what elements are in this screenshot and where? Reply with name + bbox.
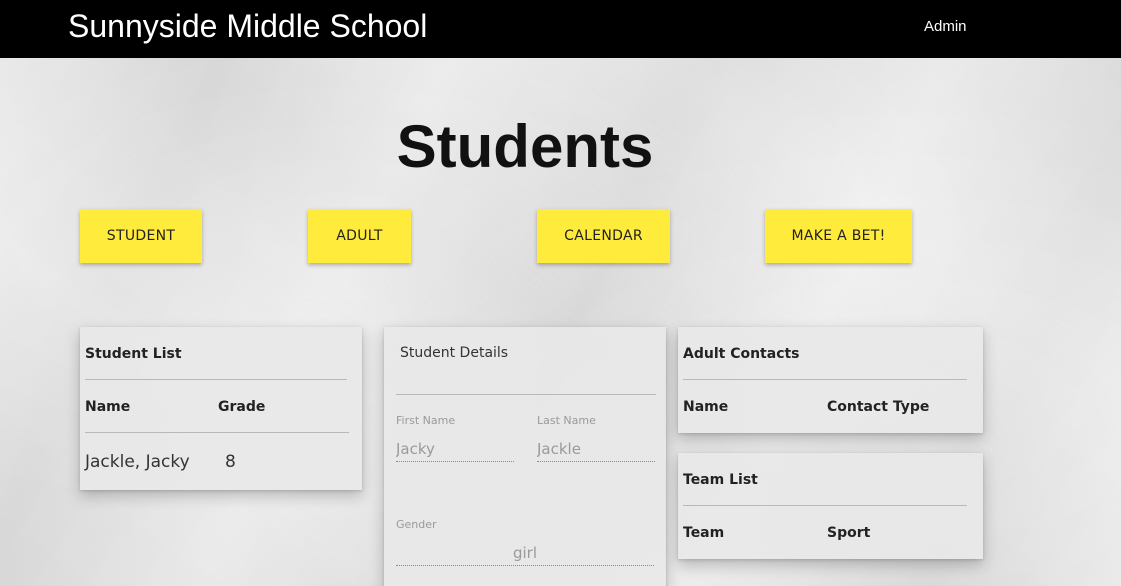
column-header-contact-type: Contact Type xyxy=(827,399,930,415)
adult-button[interactable]: ADULT xyxy=(308,209,411,263)
divider xyxy=(85,379,347,380)
divider xyxy=(396,394,656,395)
student-details-title: Student Details xyxy=(400,345,509,361)
last-name-field[interactable] xyxy=(537,436,655,462)
admin-link[interactable]: Admin xyxy=(924,18,967,35)
top-navbar: Sunnyside Middle School Admin xyxy=(0,0,1121,58)
adult-contacts-title: Adult Contacts xyxy=(683,346,800,362)
first-name-label: First Name xyxy=(396,414,456,427)
column-header-grade: Grade xyxy=(218,399,266,415)
student-grade-cell[interactable]: 8 xyxy=(225,452,236,472)
page-title: Students xyxy=(396,113,654,180)
student-list-card: Student List Name Grade Jackle, Jacky 8 xyxy=(80,327,362,490)
column-header-sport: Sport xyxy=(827,525,871,541)
divider xyxy=(683,379,967,380)
student-button[interactable]: STUDENT xyxy=(80,209,202,263)
gender-label: Gender xyxy=(396,518,437,531)
team-list-card: Team List Team Sport xyxy=(678,453,983,559)
make-a-bet-button[interactable]: MAKE A BET! xyxy=(765,209,912,263)
team-list-title: Team List xyxy=(683,472,758,488)
column-header-name: Name xyxy=(683,399,729,415)
student-details-card: Student Details First Name Last Name Gen… xyxy=(384,327,666,586)
school-name[interactable]: Sunnyside Middle School xyxy=(68,8,427,45)
last-name-label: Last Name xyxy=(537,414,596,427)
first-name-field[interactable] xyxy=(396,436,514,462)
calendar-button[interactable]: CALENDAR xyxy=(537,209,670,263)
divider xyxy=(683,505,967,506)
column-header-name: Name xyxy=(85,399,131,415)
column-header-team: Team xyxy=(683,525,725,541)
student-list-title: Student List xyxy=(85,346,182,362)
divider xyxy=(85,432,349,433)
adult-contacts-card: Adult Contacts Name Contact Type xyxy=(678,327,983,433)
student-name-cell[interactable]: Jackle, Jacky xyxy=(85,452,190,472)
gender-field[interactable] xyxy=(396,540,654,566)
